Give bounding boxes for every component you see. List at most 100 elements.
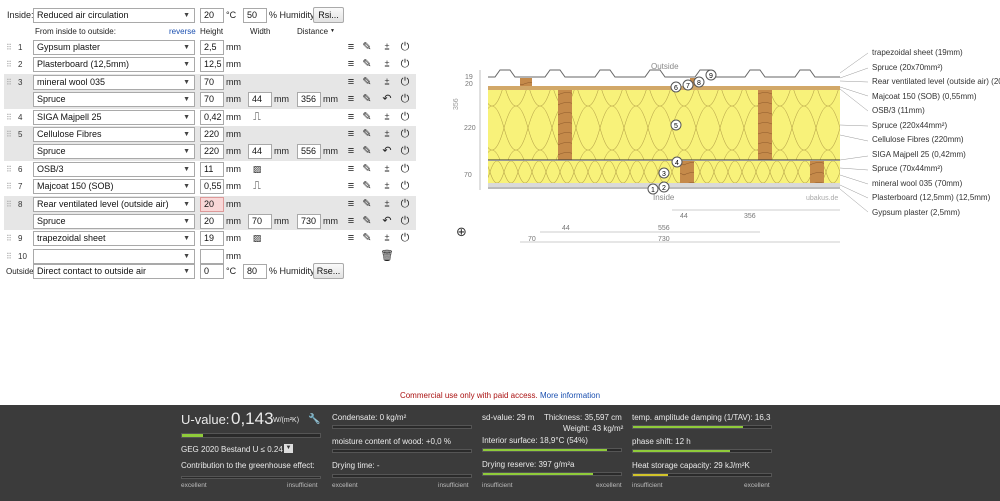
- trapezoidal-sheet-layer: [488, 69, 840, 78]
- dim-bottom-556: 556: [658, 225, 670, 232]
- construction-diagram: Outside Inside ubakus.de 19 20 220 70 35…: [453, 52, 869, 243]
- uvalue-unit: W/(m²K): [273, 417, 300, 424]
- legend-item: Cellulose Fibres (220mm): [872, 135, 964, 144]
- marker-3-label: 3: [662, 171, 666, 178]
- marker-5-label: 5: [674, 123, 678, 130]
- phase-shift-bar: [632, 449, 772, 453]
- condensate-label: Condensate: 0 kg/m²: [332, 413, 407, 422]
- commercial-notice: Commercial use only with paid access. Mo…: [0, 391, 1000, 400]
- dim-bottom-44b: 44: [562, 225, 570, 232]
- scale-insufficient: insufficient: [438, 482, 469, 489]
- legend-item: trapezoidal sheet (19mm): [872, 48, 963, 57]
- scale-insufficient: insufficient: [632, 482, 663, 489]
- legend-item: Gypsum plaster (2,5mm): [872, 207, 961, 217]
- inside-label: Inside:: [7, 10, 34, 20]
- inside-humidity-field[interactable]: 50: [243, 8, 267, 23]
- diagram-watermark: ubakus.de: [806, 195, 838, 202]
- zoom-icon[interactable]: ⊕: [456, 224, 467, 240]
- scale-insufficient: insufficient: [482, 482, 513, 489]
- legend-item: Spruce (220x44mm²): [872, 120, 948, 130]
- heat-storage-label: Heat storage capacity: 29 kJ/m²K: [632, 461, 750, 470]
- batten: [810, 161, 824, 183]
- dim-bottom-70: 70: [528, 236, 536, 243]
- scale-excellent: excellent: [332, 482, 358, 489]
- moisture-label: moisture content of wood: +0,0 %: [332, 437, 451, 446]
- legend-item: mineral wool 035 (70mm): [872, 178, 963, 188]
- uvalue-label: U-value:: [181, 412, 230, 427]
- marker-9-label: 9: [709, 73, 713, 80]
- scale-excellent: excellent: [181, 482, 207, 489]
- distance-sort-icon[interactable]: ▼: [330, 28, 335, 34]
- legend-item: Spruce (70x44mm²): [872, 164, 943, 173]
- inside-condition-value: Reduced air circulation: [37, 10, 129, 20]
- legend-item: SIGA Majpell 25 (0,42mm): [872, 149, 966, 159]
- inside-condition-select[interactable]: Reduced air circulation ▼: [33, 8, 195, 23]
- rsi-button[interactable]: Rsi...: [313, 7, 344, 23]
- legend-item: Majcoat 150 (SOB) (0,55mm): [872, 91, 977, 101]
- distance-header[interactable]: Distance: [297, 27, 328, 36]
- marker-4-label: 4: [675, 160, 679, 167]
- temp-damping-bar: [632, 425, 772, 429]
- more-information-link[interactable]: More information: [540, 391, 600, 400]
- drying-reserve-label: Drying reserve: 397 g/m²a: [482, 460, 575, 469]
- marker-2-label: 2: [662, 185, 666, 192]
- notice-text: Commercial use only with paid access.: [399, 391, 538, 400]
- inside-humidity-unit: % Humidity: [269, 10, 315, 20]
- scale-excellent: excellent: [744, 482, 770, 489]
- drying-time-bar: [332, 474, 472, 478]
- interior-surface-label: Interior surface: 18,9°C (54%): [482, 436, 588, 445]
- wrench-icon[interactable]: 🔧: [308, 414, 320, 425]
- osb-layer: [488, 86, 840, 90]
- legend-item: Rear ventilated level (outside air) (20: [872, 77, 1000, 86]
- heat-storage-bar: [632, 473, 772, 477]
- chevron-down-icon: ▼: [183, 12, 190, 19]
- legend-item: Spruce (20x70mm²): [872, 62, 943, 72]
- reverse-link[interactable]: reverse: [169, 27, 196, 36]
- geg-dropdown-icon[interactable]: ▼: [284, 444, 293, 453]
- drying-reserve-bar: [482, 472, 622, 476]
- inside-temp-field[interactable]: 20: [200, 8, 224, 23]
- dim-left-70: 70: [464, 172, 472, 179]
- dim-left-20: 20: [465, 81, 473, 88]
- interior-surface-bar: [482, 448, 622, 452]
- legend-item: OSB/3 (11mm): [872, 106, 925, 115]
- dim-left-220: 220: [464, 125, 476, 132]
- diagram-inside-label: Inside: [653, 193, 675, 202]
- width-header: Width: [250, 27, 271, 36]
- drying-time-label: Drying time: -: [332, 461, 380, 470]
- cellulose-layer: [488, 90, 840, 160]
- scale-insufficient: insufficient: [287, 482, 318, 489]
- dim-bottom-356: 356: [744, 213, 756, 220]
- geg-label: GEG 2020 Bestand U ≤ 0.24: [181, 445, 283, 454]
- batten: [520, 78, 532, 86]
- phase-shift-label: phase shift: 12 h: [632, 437, 691, 446]
- rafter: [758, 90, 772, 160]
- uvalue-value: 0,143: [231, 409, 274, 428]
- condensate-bar: [332, 425, 472, 429]
- greenhouse-label: Contribution to the greenhouse effect:: [181, 461, 315, 470]
- from-inside-label: From inside to outside:: [35, 27, 116, 36]
- dim-bottom-44a: 44: [680, 213, 688, 220]
- dim-left-19: 19: [465, 74, 473, 81]
- height-header: Height: [200, 27, 224, 36]
- inside-temp-unit: °C: [226, 10, 237, 20]
- greenhouse-bar: [181, 476, 321, 479]
- moisture-bar: [332, 449, 472, 453]
- diagram-outside-label: Outside: [651, 62, 679, 71]
- uvalue-bar: [181, 433, 321, 438]
- marker-6-label: 6: [674, 85, 678, 92]
- marker-7-label: 7: [686, 83, 690, 90]
- marker-1-label: 1: [651, 187, 655, 194]
- batten: [680, 161, 694, 183]
- results-panel: U-value: 0,143 W/(m²K) 🔧 GEG 2020 Bestan…: [0, 405, 1000, 501]
- thickness-label: Thickness: 35,597 cm: [544, 413, 622, 422]
- temp-damping-label: temp. amplitude damping (1/TAV): 16,3: [632, 413, 771, 422]
- dim-left-356: 356: [453, 98, 460, 110]
- marker-8-label: 8: [697, 80, 701, 87]
- dim-bottom-730: 730: [658, 236, 670, 243]
- legend-item: Plasterboard (12,5mm) (12,5mm): [872, 193, 991, 202]
- rafter: [558, 90, 572, 160]
- scale-excellent: excellent: [596, 482, 622, 489]
- sd-value-label: sd-value: 29 m: [482, 413, 535, 422]
- weight-label: Weight: 43 kg/m²: [563, 424, 624, 433]
